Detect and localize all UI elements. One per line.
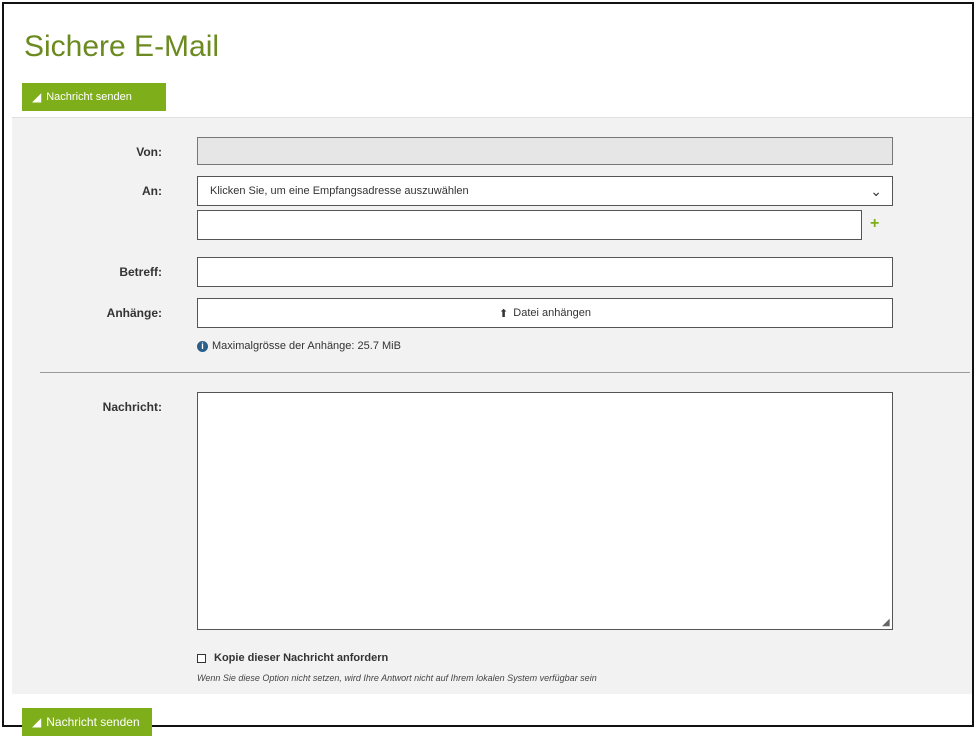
attach-file-label: Datei anhängen	[513, 307, 591, 319]
compose-form: Von: An: Klicken Sie, um eine Empfangsad…	[12, 117, 972, 694]
attachment-size-info: i Maximalgrösse der Anhänge: 25.7 MiB	[197, 340, 401, 352]
copy-hint: Wenn Sie diese Option nicht setzen, wird…	[197, 673, 597, 683]
recipient-input[interactable]	[197, 210, 862, 240]
send-button-top[interactable]: ◢ Nachricht senden	[22, 83, 166, 111]
send-button-label: Nachricht senden	[46, 91, 132, 103]
copy-checkbox-label: Kopie dieser Nachricht anfordern	[214, 652, 389, 664]
resize-grip-icon[interactable]: ◢	[882, 617, 890, 628]
to-label: An:	[142, 184, 162, 198]
recipient-select-placeholder: Klicken Sie, um eine Empfangsadresse aus…	[210, 185, 469, 197]
from-field	[197, 137, 893, 165]
message-label: Nachricht:	[102, 400, 162, 414]
page-title: Sichere E-Mail	[24, 30, 220, 63]
send-button-label: Nachricht senden	[46, 715, 140, 729]
send-button-bottom[interactable]: ◢ Nachricht senden	[22, 708, 152, 736]
subject-label: Betreff:	[119, 265, 162, 279]
message-textarea[interactable]	[197, 392, 893, 630]
plus-icon[interactable]: +	[870, 215, 879, 233]
attachments-label: Anhänge:	[106, 306, 162, 320]
copy-checkbox[interactable]	[197, 653, 206, 663]
subject-field[interactable]	[197, 257, 893, 287]
page-frame: Sichere E-Mail ◢ Nachricht senden Von: A…	[2, 2, 974, 736]
paper-plane-icon: ◢	[32, 715, 42, 729]
attach-file-button[interactable]: ⬆ Datei anhängen	[197, 298, 893, 328]
divider	[40, 372, 970, 373]
from-label: Von:	[136, 145, 162, 159]
chevron-down-icon: ⌄	[870, 182, 882, 199]
upload-icon: ⬆	[499, 307, 509, 320]
paper-plane-icon: ◢	[32, 90, 42, 104]
attachment-size-text: Maximalgrösse der Anhänge: 25.7 MiB	[212, 340, 401, 352]
info-circle-icon: i	[197, 340, 208, 352]
copy-checkbox-row[interactable]: Kopie dieser Nachricht anfordern	[197, 652, 388, 664]
recipient-select[interactable]: Klicken Sie, um eine Empfangsadresse aus…	[197, 176, 893, 206]
